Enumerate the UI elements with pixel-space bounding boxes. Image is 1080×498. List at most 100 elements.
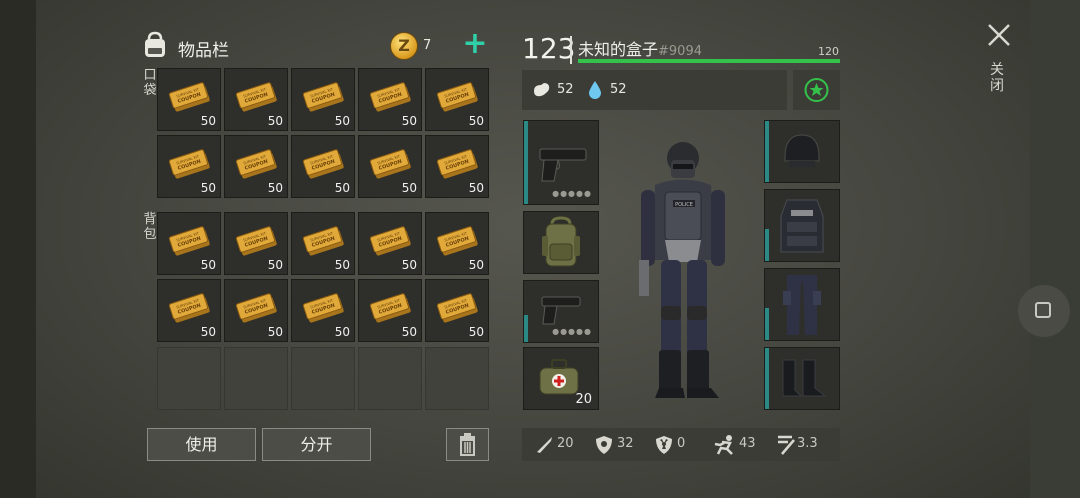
close-icon[interactable] (986, 22, 1012, 48)
medkit-quantity: 20 (575, 392, 592, 407)
item-quantity: 50 (267, 114, 283, 128)
inventory-slot[interactable]: SURVIVAL KIT COUPON 50 (224, 68, 288, 131)
player-name-row: 未知的盒子#9094 (578, 36, 702, 60)
coupon-icon: SURVIVAL KITCOUPON (369, 149, 411, 179)
secondary-weapon-slot[interactable]: ●●●●● (523, 280, 599, 343)
stealth-value: 3.3 (797, 436, 818, 451)
slot-accent (524, 314, 528, 342)
star-icon (804, 78, 829, 102)
inventory-slot[interactable]: SURVIVAL KIT COUPON 50 (291, 212, 355, 275)
inventory-slot[interactable]: SURVIVAL KIT COUPON 50 (425, 279, 489, 342)
boots-icon (782, 359, 827, 397)
add-coins-button[interactable]: + (462, 29, 488, 60)
item-quantity: 50 (401, 114, 417, 128)
svg-text:POLICE: POLICE (675, 202, 693, 208)
coupon-icon: SURVIVAL KITCOUPON (235, 82, 277, 112)
empty-slot[interactable] (291, 347, 355, 410)
inventory-slot[interactable]: SURVIVAL KIT COUPON 50 (291, 135, 355, 198)
pistol-icon (541, 296, 581, 325)
discard-button[interactable] (446, 428, 489, 461)
slot-accent (765, 348, 769, 409)
inventory-slot[interactable]: SURVIVAL KIT COUPON 50 (224, 279, 288, 342)
helmet-slot[interactable] (764, 120, 840, 183)
coupon-icon: SURVIVAL KITCOUPON (369, 226, 411, 256)
item-quantity: 50 (468, 181, 484, 195)
inventory-slot[interactable]: SURVIVAL KIT COUPON 50 (157, 279, 221, 342)
item-quantity: 50 (468, 114, 484, 128)
empty-slot[interactable] (224, 347, 288, 410)
item-quantity: 50 (334, 114, 350, 128)
item-quantity: 50 (267, 258, 283, 272)
left-edge (0, 0, 36, 498)
coupon-icon: SURVIVAL KITCOUPON (235, 293, 277, 323)
square-icon (1035, 302, 1051, 318)
coupon-icon: SURVIVAL KITCOUPON (235, 149, 277, 179)
coupon-icon: SURVIVAL KITCOUPON (168, 293, 210, 323)
knife-icon (537, 437, 552, 453)
inventory-slot[interactable]: SURVIVAL KIT COUPON 50 (224, 135, 288, 198)
backpack-slot[interactable] (523, 211, 599, 274)
coupon-icon: SURVIVAL KITCOUPON (302, 149, 344, 179)
favorite-button[interactable] (793, 70, 840, 110)
primary-weapon-slot[interactable]: ●●●●● (523, 120, 599, 205)
coupon-icon: SURVIVAL KITCOUPON (436, 82, 478, 112)
close-label[interactable]: 关闭 (990, 62, 1006, 94)
character-model: POLICE (639, 142, 725, 398)
coupon-icon: SURVIVAL KITCOUPON (436, 149, 478, 179)
empty-slot[interactable] (157, 347, 221, 410)
plus-icon: + (462, 26, 488, 61)
trash-icon (460, 433, 475, 456)
system-overlay-button[interactable] (1018, 285, 1070, 337)
empty-slot[interactable] (425, 347, 489, 410)
pants-slot[interactable] (764, 268, 840, 341)
inventory-slot[interactable]: SURVIVAL KIT COUPON 50 (157, 68, 221, 131)
inventory-slot[interactable]: SURVIVAL KIT COUPON 50 (157, 135, 221, 198)
coupon-icon: SURVIVAL KITCOUPON (302, 226, 344, 256)
item-quantity: 50 (200, 114, 216, 128)
coin-count: 7 (423, 38, 432, 53)
item-quantity: 50 (401, 325, 417, 339)
inventory-slot[interactable]: SURVIVAL KIT COUPON 50 (358, 212, 422, 275)
shield-icon (596, 436, 612, 454)
item-quantity: 50 (200, 258, 216, 272)
xp-bar (578, 59, 840, 63)
medkit-slot[interactable]: 20 (523, 347, 599, 410)
food-icon (534, 83, 550, 97)
item-quantity: 50 (200, 181, 216, 195)
item-quantity: 50 (267, 325, 283, 339)
player-level: 123 (522, 32, 576, 65)
inventory-slot[interactable]: SURVIVAL KIT COUPON 50 (224, 212, 288, 275)
slot-accent (765, 121, 769, 182)
attack-value: 20 (557, 436, 574, 451)
coupon-icon: SURVIVAL KITCOUPON (235, 226, 277, 256)
food-value: 52 (557, 82, 574, 97)
inventory-slot[interactable]: SURVIVAL KIT COUPON 50 (425, 212, 489, 275)
water-drop-icon (589, 81, 601, 99)
backpack-icon (145, 31, 165, 57)
sneak-icon (778, 435, 795, 455)
inventory-slot[interactable]: SURVIVAL KIT COUPON 50 (157, 212, 221, 275)
backpack-label: 背包 (143, 212, 157, 242)
empty-slot[interactable] (358, 347, 422, 410)
split-button[interactable]: 分开 (262, 428, 371, 461)
boots-slot[interactable] (764, 347, 840, 410)
item-quantity: 50 (334, 258, 350, 272)
body-armor-slot[interactable] (764, 189, 840, 262)
inventory-slot[interactable]: SURVIVAL KIT COUPON 50 (291, 279, 355, 342)
inventory-slot[interactable]: SURVIVAL KIT COUPON 50 (291, 68, 355, 131)
inventory-slot[interactable]: SURVIVAL KIT COUPON 50 (425, 135, 489, 198)
use-button[interactable]: 使用 (147, 428, 256, 461)
level-separator (570, 36, 572, 64)
item-quantity: 50 (267, 181, 283, 195)
inventory-slot[interactable]: SURVIVAL KIT COUPON 50 (425, 68, 489, 131)
coupon-icon: SURVIVAL KITCOUPON (369, 82, 411, 112)
coupon-icon: SURVIVAL KITCOUPON (168, 82, 210, 112)
inventory-slot[interactable]: SURVIVAL KIT COUPON 50 (358, 279, 422, 342)
inventory-slot[interactable]: SURVIVAL KIT COUPON 50 (358, 68, 422, 131)
inventory-slot[interactable]: SURVIVAL KIT COUPON 50 (358, 135, 422, 198)
slot-accent (765, 229, 769, 261)
speed-value: 43 (739, 436, 756, 451)
item-quantity: 50 (200, 325, 216, 339)
item-quantity: 50 (468, 258, 484, 272)
coupon-icon: SURVIVAL KITCOUPON (302, 82, 344, 112)
